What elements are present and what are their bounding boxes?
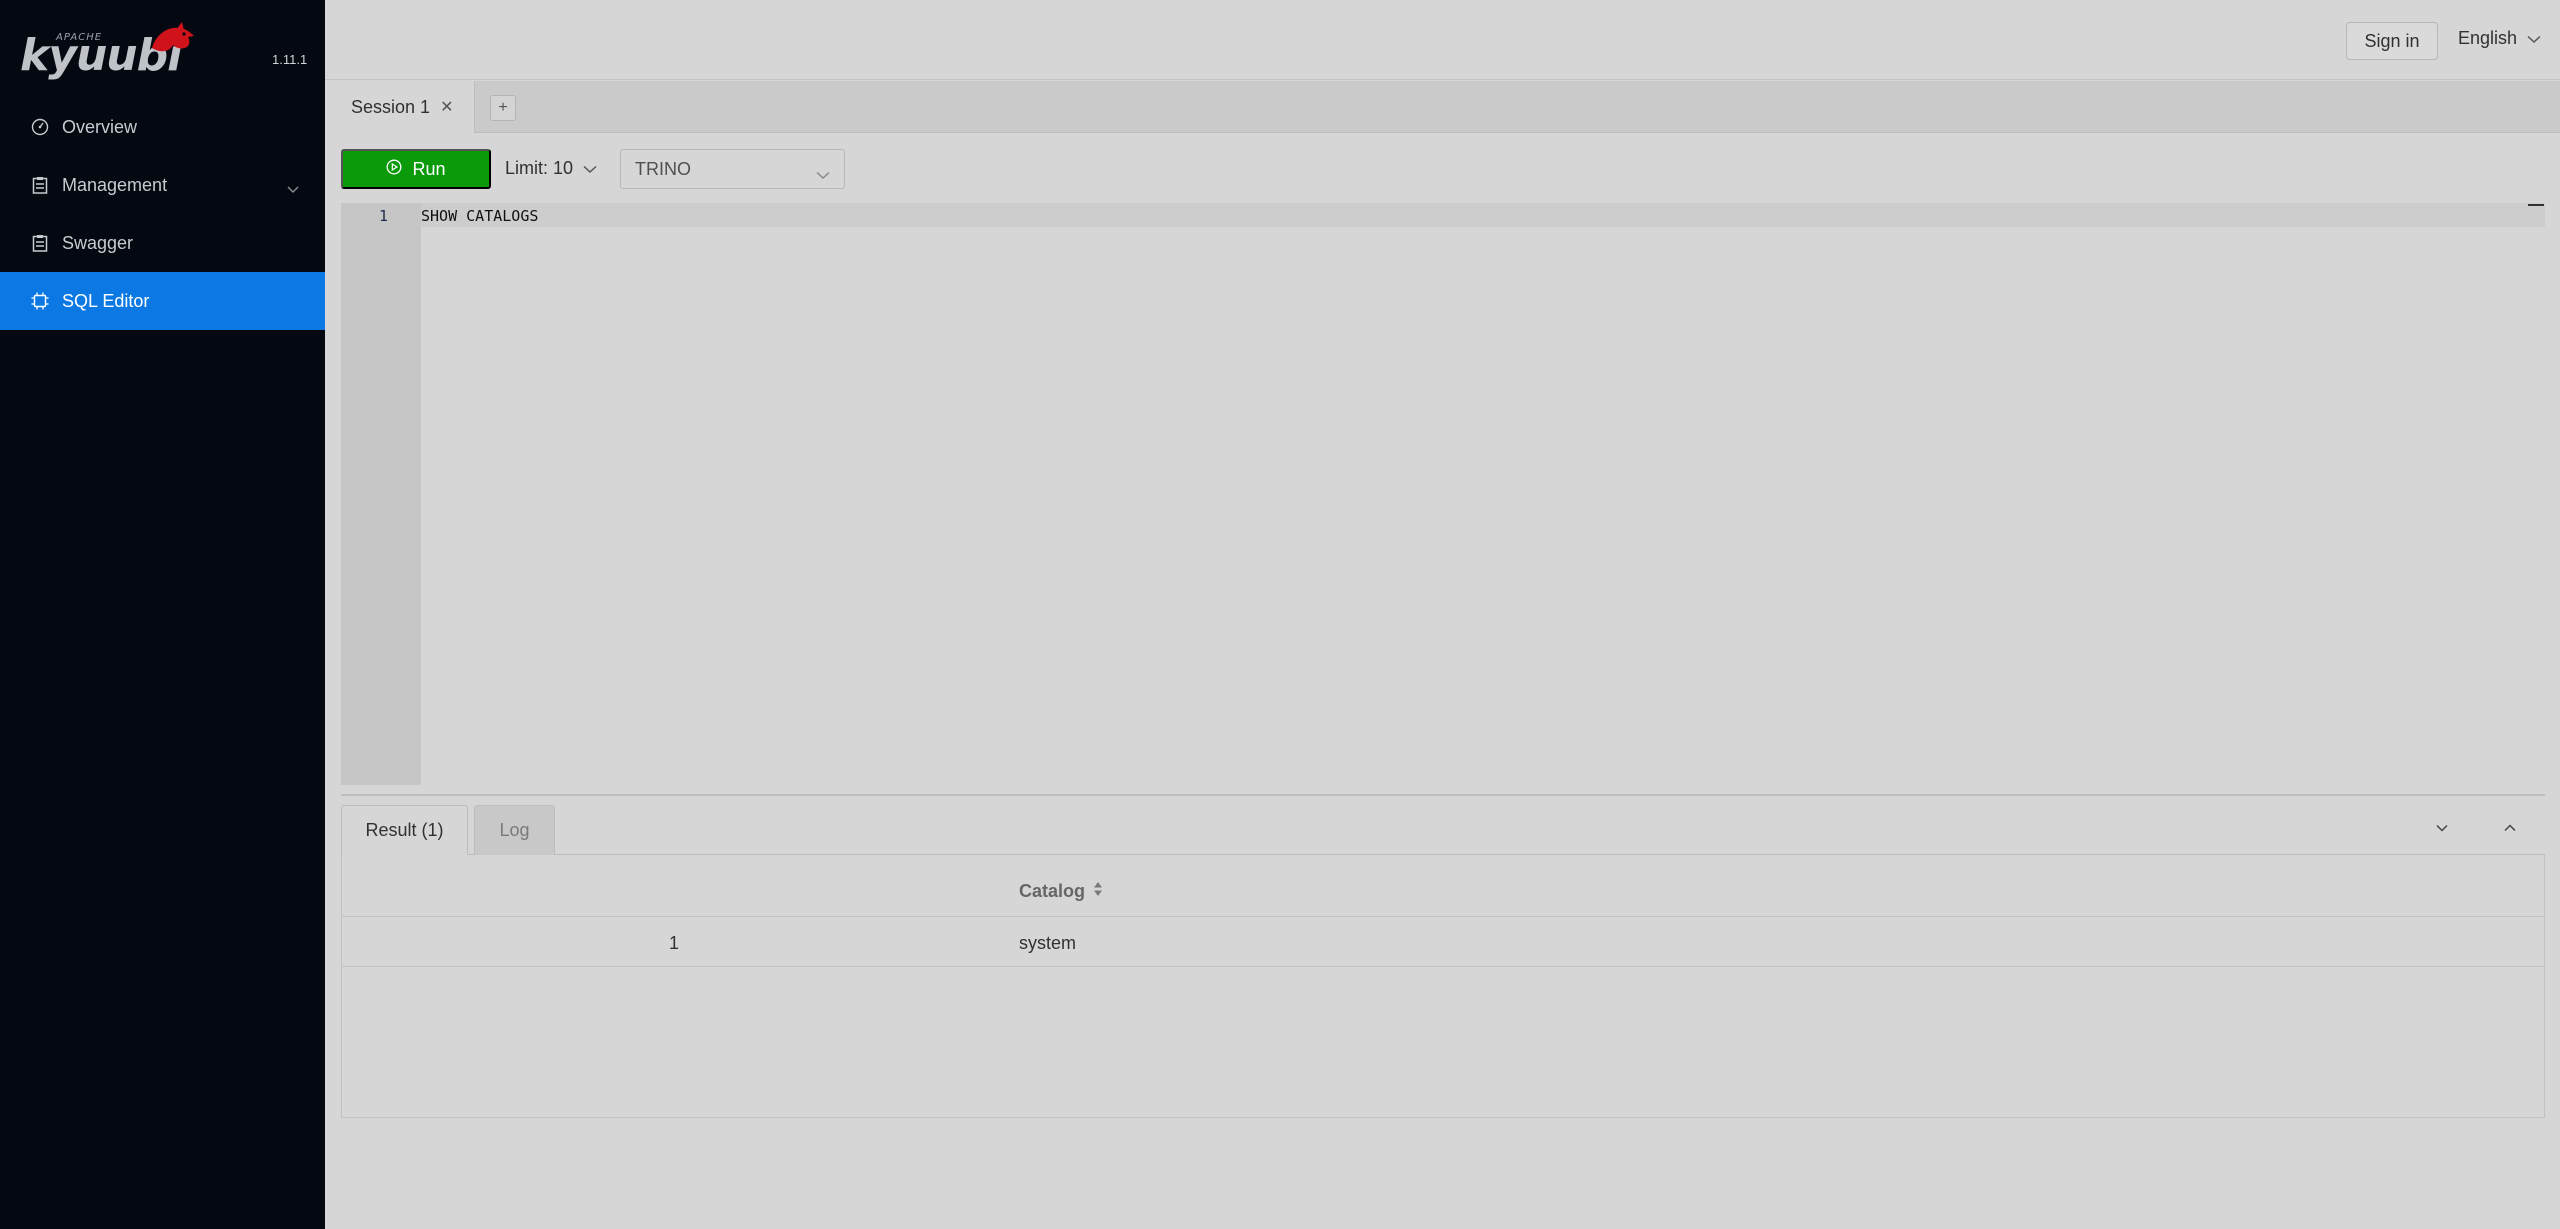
sidebar-item-label: SQL Editor bbox=[62, 290, 150, 311]
tab-session-1[interactable]: Session 1 ✕ bbox=[325, 81, 475, 133]
close-icon[interactable]: ✕ bbox=[440, 97, 453, 117]
table-cell: system bbox=[1019, 933, 1077, 953]
version-label: 1.11.1 bbox=[272, 52, 308, 67]
session-tab-bar: Session 1 ✕ + bbox=[325, 81, 2560, 133]
column-header-catalog[interactable]: Catalog bbox=[1019, 881, 1103, 902]
tab-result[interactable]: Result (1) bbox=[341, 805, 468, 855]
column-header-label: Catalog bbox=[1019, 881, 1086, 901]
chevron-down-icon bbox=[583, 158, 597, 179]
run-label: Run bbox=[412, 158, 446, 179]
kyuubi-bird-icon bbox=[152, 22, 194, 52]
kyuubi-logo[interactable]: APACHE kyuubi bbox=[18, 20, 198, 81]
chip-icon bbox=[30, 291, 50, 311]
table-row: 1 system bbox=[342, 917, 2544, 967]
code-line[interactable]: SHOW CATALOGS bbox=[421, 207, 538, 225]
add-session-button[interactable]: + bbox=[490, 95, 516, 121]
limit-label: Limit: 10 bbox=[505, 158, 574, 178]
table-header: Catalog bbox=[342, 855, 2544, 917]
top-header bbox=[325, 0, 2560, 80]
result-tab-bar: Result (1) Log bbox=[341, 805, 2545, 855]
sidebar-item-management[interactable]: Management bbox=[0, 156, 325, 214]
sidebar-item-sql-editor[interactable]: SQL Editor bbox=[0, 272, 325, 330]
current-line-highlight bbox=[421, 203, 2545, 227]
language-label: English bbox=[2458, 28, 2518, 48]
session-tab-label: Session 1 bbox=[351, 96, 431, 117]
line-number: 1 bbox=[379, 207, 389, 225]
sidebar: APACHE kyuubi 1.11.1 Overview Management bbox=[0, 0, 325, 1229]
chevron-down-icon[interactable] bbox=[2432, 818, 2452, 838]
sort-icon[interactable] bbox=[1093, 881, 1103, 902]
clipboard-icon bbox=[30, 175, 50, 195]
clipboard-icon bbox=[30, 233, 50, 253]
pane-divider[interactable] bbox=[341, 794, 2545, 796]
sidebar-item-label: Management bbox=[62, 174, 168, 195]
engine-select[interactable]: TRINO bbox=[620, 149, 845, 189]
engine-value: TRINO bbox=[635, 158, 691, 179]
row-index: 1 bbox=[669, 933, 680, 953]
sidebar-item-label: Overview bbox=[62, 116, 138, 137]
line-number-gutter: 1 bbox=[341, 203, 421, 785]
sidebar-nav: Overview Management Swagger SQL Editor bbox=[0, 98, 325, 330]
minimap-slider[interactable] bbox=[2528, 204, 2544, 206]
chevron-down-icon bbox=[287, 178, 299, 199]
play-circle-icon bbox=[386, 159, 402, 180]
sidebar-item-swagger[interactable]: Swagger bbox=[0, 214, 325, 272]
result-table: Catalog 1 system bbox=[341, 855, 2545, 1118]
language-dropdown[interactable]: English bbox=[2458, 28, 2541, 49]
sidebar-item-overview[interactable]: Overview bbox=[0, 98, 325, 156]
sql-editor[interactable]: 1 SHOW CATALOGS bbox=[341, 203, 2545, 785]
run-button[interactable]: Run bbox=[341, 149, 491, 189]
limit-dropdown[interactable]: Limit: 10 bbox=[505, 158, 597, 179]
sign-in-button[interactable]: Sign in bbox=[2346, 22, 2438, 60]
tab-log[interactable]: Log bbox=[474, 805, 555, 855]
chevron-down-icon bbox=[2527, 28, 2541, 49]
dashboard-icon bbox=[30, 117, 50, 137]
chevron-down-icon bbox=[816, 164, 830, 185]
sidebar-item-label: Swagger bbox=[62, 232, 134, 253]
chevron-up-icon[interactable] bbox=[2500, 818, 2520, 838]
